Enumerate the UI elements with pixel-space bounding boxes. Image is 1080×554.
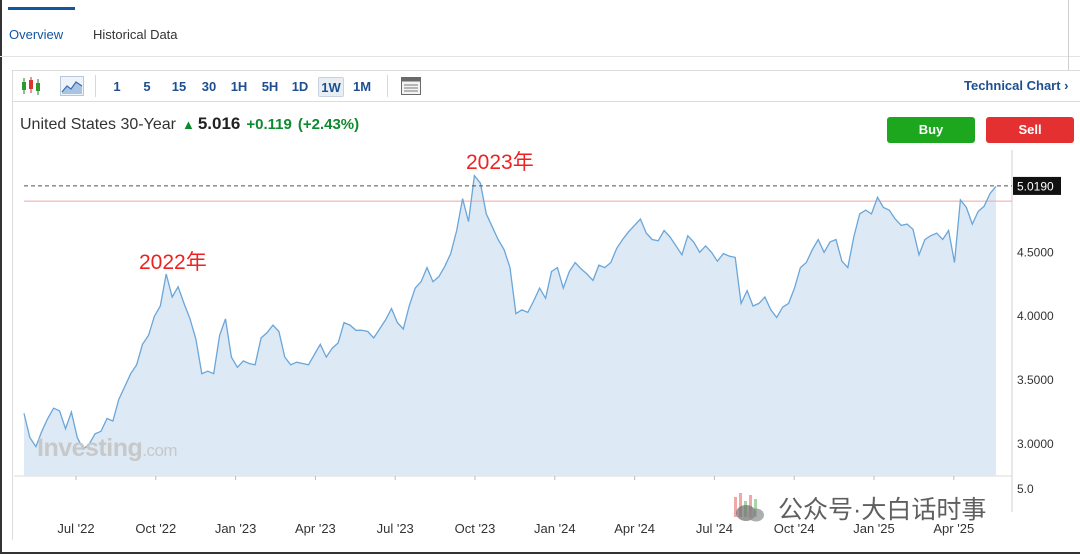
watermark-suffix: .com bbox=[142, 441, 178, 460]
current-value-label: 5.0190 bbox=[1017, 179, 1054, 193]
x-tick-label: Jan '23 bbox=[215, 521, 257, 536]
x-tick-label: Apr '23 bbox=[295, 521, 336, 536]
instrument-name: United States 30-Year bbox=[20, 116, 176, 133]
x-tick-label: Oct '22 bbox=[135, 521, 176, 536]
annotation-2023: 2023年 bbox=[466, 151, 534, 174]
instrument-change-pct: (+2.43%) bbox=[297, 116, 360, 133]
annotation-2022: 2022年 bbox=[139, 251, 207, 274]
price-area-fill bbox=[24, 175, 996, 476]
up-arrow-icon: ▲ bbox=[181, 117, 195, 132]
buy-button[interactable]: Buy bbox=[887, 117, 975, 143]
instrument-change: +0.119 bbox=[246, 116, 292, 133]
x-tick-label: Jul '24 bbox=[696, 521, 733, 536]
watermark-brand: Investing bbox=[37, 434, 143, 462]
y-tick-label: 4.5000 bbox=[1017, 245, 1054, 259]
x-tick-label: Oct '23 bbox=[455, 521, 496, 536]
x-tick-label: Jul '22 bbox=[57, 521, 94, 536]
y-tick-label: 5.0 bbox=[1017, 482, 1034, 496]
x-tick-label: Apr '24 bbox=[614, 521, 655, 536]
wechat-account-text: 公众号·大白话时事 bbox=[778, 496, 987, 524]
sell-button[interactable]: Sell bbox=[986, 117, 1074, 143]
y-tick-label: 4.0000 bbox=[1017, 309, 1054, 323]
chart-canvas: 5.0190 3.0000 3.5000 4.0000 4.5000 5.0 Jul '22… bbox=[14, 150, 1061, 536]
y-tick-label: 3.5000 bbox=[1017, 373, 1054, 387]
y-tick-label: 3.0000 bbox=[1017, 437, 1054, 451]
wechat-watermark: 公众号·大白话时事 bbox=[730, 488, 986, 528]
wechat-icon bbox=[734, 493, 764, 522]
x-tick-label: Jul '23 bbox=[377, 521, 414, 536]
investing-watermark: Investing.com bbox=[37, 434, 178, 463]
x-tick-label: Jan '24 bbox=[534, 521, 576, 536]
instrument-price: 5.016 bbox=[197, 114, 241, 133]
instrument-header: United States 30-Year ▲ 5.016 +0.119 (+2… bbox=[20, 114, 359, 134]
